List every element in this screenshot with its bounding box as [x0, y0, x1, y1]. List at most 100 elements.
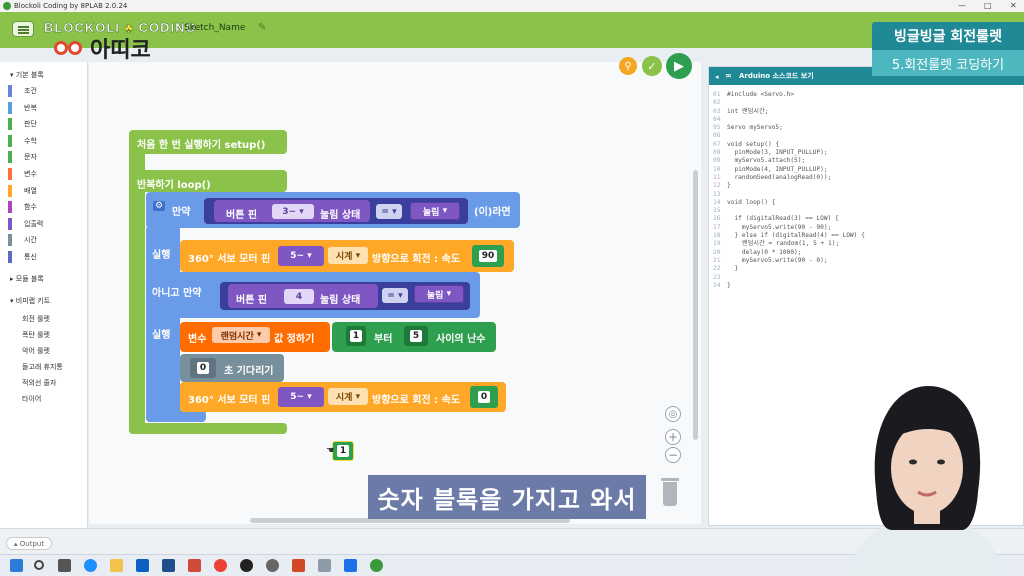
- task-view-icon[interactable]: [58, 559, 71, 572]
- collapse-icon[interactable]: ◂: [715, 73, 719, 81]
- servo-pin-dropdown-1[interactable]: 5~ ▾: [278, 246, 324, 266]
- palette-category[interactable]: 반복: [8, 101, 84, 115]
- app-icon-dark[interactable]: [240, 559, 253, 572]
- palette-category-label: 수학: [24, 136, 37, 145]
- code-line: 02: [713, 99, 865, 107]
- pin-input-2[interactable]: 4: [284, 289, 314, 304]
- palette-category[interactable]: 수학: [8, 134, 84, 148]
- kit-item[interactable]: 회전 룰렛: [22, 314, 50, 324]
- app-icon-gray[interactable]: [318, 559, 331, 572]
- lesson-subtitle: 5.회전룰렛 코딩하기: [872, 50, 1024, 76]
- wait-value-block[interactable]: 0: [190, 358, 216, 378]
- pin-dropdown-1[interactable]: 3~ ▾: [272, 204, 314, 219]
- variable-name-dropdown[interactable]: 랜덤시간 ▾: [212, 327, 270, 343]
- code-line: 14 void loop() {: [713, 199, 865, 207]
- maximize-button[interactable]: □: [984, 1, 992, 10]
- palette-category[interactable]: 함수: [8, 200, 84, 214]
- code-line: 16 if (digitalRead(3) == LOW) {: [713, 215, 865, 223]
- zoom-out-icon[interactable]: −: [665, 447, 681, 463]
- line-number: 16: [713, 215, 721, 223]
- equals-dropdown-1[interactable]: = ▾: [376, 204, 402, 219]
- store-icon[interactable]: [162, 559, 175, 572]
- code-text: }: [727, 182, 731, 190]
- direction-dropdown-2[interactable]: 시계 ▾: [328, 388, 368, 405]
- edge-icon[interactable]: [84, 559, 97, 572]
- equals-dropdown-2[interactable]: = ▾: [382, 288, 408, 303]
- kit-item[interactable]: 돌고래 휴지통: [22, 362, 63, 372]
- file-explorer-icon[interactable]: [110, 559, 123, 572]
- palette-group-kit[interactable]: ▾ 비피랩 키트: [10, 296, 50, 306]
- random-to-block[interactable]: 5: [404, 326, 428, 346]
- loop-block-spine: [129, 150, 145, 434]
- palette-category[interactable]: 배열: [8, 184, 84, 198]
- speed-number-block-2[interactable]: 0: [470, 386, 498, 408]
- kit-item[interactable]: 폭탄 룰렛: [22, 330, 50, 340]
- servo-pin-dropdown-2[interactable]: 5~ ▾: [278, 387, 324, 407]
- category-color-bar: [8, 251, 12, 263]
- trash-icon[interactable]: [658, 478, 682, 508]
- settings-gear-icon[interactable]: [266, 559, 279, 572]
- recenter-icon[interactable]: ◎: [665, 406, 681, 422]
- code-text: Servo myServo5;: [727, 124, 783, 132]
- upload-play-icon[interactable]: ▶: [666, 53, 692, 79]
- blockoli-taskbar-icon[interactable]: [370, 559, 383, 572]
- minimize-button[interactable]: —: [958, 1, 966, 10]
- mail-icon[interactable]: [136, 559, 149, 572]
- palette-category[interactable]: 조건: [8, 84, 84, 98]
- kit-item[interactable]: 적외선 줄자: [22, 378, 56, 388]
- pressed-value-dropdown-2[interactable]: 눌림 ▾: [414, 285, 464, 303]
- button-pin-label-2: 버튼 핀: [236, 295, 268, 306]
- setup-label: 처음 한 번 실행하기 setup(): [137, 140, 266, 151]
- palette-category[interactable]: 입출력: [8, 217, 84, 231]
- line-number: 19: [713, 240, 721, 248]
- app-icon-red[interactable]: [188, 559, 201, 572]
- output-toggle-button[interactable]: ▴ Output: [6, 537, 53, 550]
- palette-group-module[interactable]: ▸ 모듈 블록: [10, 274, 44, 284]
- code-line: 17 myServo5.write(90 - 90);: [713, 224, 865, 232]
- search-taskbar-icon[interactable]: [34, 560, 44, 570]
- code-panel-title: Arduino 소스코드 보기: [739, 72, 814, 80]
- arduino-icon: ∞: [725, 71, 732, 80]
- palette-category[interactable]: 판단: [8, 117, 84, 131]
- pressed-value-dropdown-1[interactable]: 눌림 ▾: [410, 202, 460, 220]
- palette-category[interactable]: 통신: [8, 250, 84, 264]
- sketch-name[interactable]: Sketch_Name: [184, 23, 245, 33]
- random-mid-label: 부터: [374, 334, 393, 345]
- code-line: 05 Servo myServo5;: [713, 124, 865, 132]
- pencil-icon[interactable]: ✎: [258, 22, 266, 33]
- servo-label-1: 360° 서보 모터 핀: [188, 254, 271, 265]
- gear-icon[interactable]: ⚙: [153, 201, 166, 211]
- powerpoint-icon[interactable]: [292, 559, 305, 572]
- code-line: 10 pinMode(4, INPUT_PULLUP);: [713, 166, 865, 174]
- kit-item[interactable]: 타이어: [22, 394, 41, 404]
- code-text: }: [727, 281, 731, 289]
- do-label-2: 실행: [152, 330, 171, 341]
- pressed-state-label-2: 눌림 상태: [320, 295, 361, 306]
- line-number: 10: [713, 165, 721, 173]
- zoom-in-icon[interactable]: +: [665, 429, 681, 445]
- palette-category[interactable]: 시간: [8, 233, 84, 247]
- start-icon[interactable]: [10, 559, 23, 572]
- line-number: 12: [713, 182, 721, 190]
- code-line: 04: [713, 116, 865, 124]
- floating-number-block[interactable]: 1: [332, 441, 354, 461]
- random-from-block[interactable]: 1: [346, 326, 366, 346]
- code-line: 01 #include <Servo.h>: [713, 91, 865, 99]
- code-text: #include <Servo.h>: [727, 91, 795, 98]
- palette-category[interactable]: 변수: [8, 167, 84, 181]
- code-line: 12}: [713, 182, 865, 190]
- direction-dropdown-1[interactable]: 시계 ▾: [328, 247, 368, 264]
- speed-number-block-1[interactable]: 90: [472, 245, 504, 267]
- palette-category[interactable]: 문자: [8, 150, 84, 164]
- app-icon-blue[interactable]: [344, 559, 357, 572]
- list-menu-icon[interactable]: [12, 21, 34, 37]
- chrome-icon[interactable]: [214, 559, 227, 572]
- presenter-video: [848, 386, 1004, 576]
- line-number: 15: [713, 207, 721, 215]
- search-icon[interactable]: ⚲: [619, 57, 637, 75]
- palette-group-basic[interactable]: ▾ 기본 블록: [10, 70, 44, 80]
- workspace-vertical-scrollbar[interactable]: [693, 170, 698, 440]
- close-window-button[interactable]: ✕: [1010, 1, 1017, 10]
- kit-item[interactable]: 악어 룰렛: [22, 346, 50, 356]
- verify-check-icon[interactable]: ✓: [642, 56, 662, 76]
